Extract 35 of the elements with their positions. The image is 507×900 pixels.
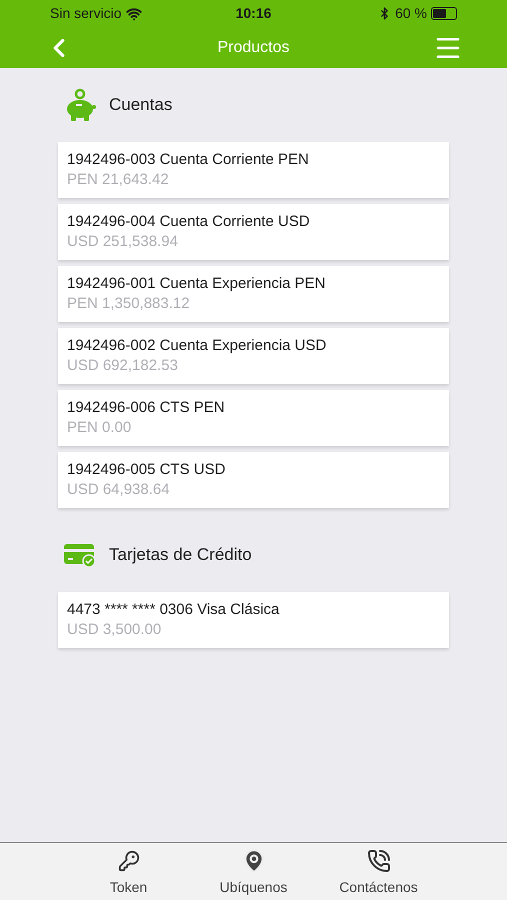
credit-card-icon xyxy=(63,542,97,568)
tab-bar-item[interactable]: Contáctenos xyxy=(326,847,431,900)
account-name: 1942496-002 Cuenta Experiencia USD xyxy=(67,336,328,356)
account-balance: PEN 21,643.42 xyxy=(67,170,170,190)
account-card[interactable]: 1942496-003 Cuenta Corriente PEN PEN 21,643.42 xyxy=(58,142,449,198)
battery-text: 60 % xyxy=(395,4,428,23)
account-card[interactable]: 1942496-001 Cuenta Experiencia PEN PEN 1,350,883.12 xyxy=(58,266,449,322)
account-name: 1942496-006 CTS PEN xyxy=(67,398,226,418)
wifi-icon xyxy=(126,6,142,22)
tab-bar-item[interactable]: Token xyxy=(76,847,181,900)
account-name: 4473 **** **** 0306 Visa Clásica xyxy=(67,600,280,620)
carrier-text: Sin servicio xyxy=(50,4,122,23)
nav-title: Productos xyxy=(216,38,291,58)
tab-bar-item[interactable]: Ubíquenos xyxy=(201,847,306,900)
phone-icon xyxy=(366,849,390,873)
account-name: 1942496-001 Cuenta Experiencia PEN xyxy=(67,274,327,294)
account-balance: USD 3,500.00 xyxy=(67,620,162,640)
account-balance: PEN 0.00 xyxy=(67,418,132,438)
account-balance: USD 692,182.53 xyxy=(67,356,179,376)
section-title: Tarjetas de Crédito xyxy=(109,544,252,566)
account-card[interactable]: 1942496-004 Cuenta Corriente USD USD 251,538.94 xyxy=(58,204,449,260)
account-balance: USD 251,538.94 xyxy=(67,232,179,252)
account-card[interactable]: 4473 **** **** 0306 Visa Clásica USD 3,500.00 xyxy=(58,592,449,648)
account-card[interactable]: 1942496-005 CTS USD USD 64,938.64 xyxy=(58,452,449,508)
account-name: 1942496-004 Cuenta Corriente USD xyxy=(67,212,311,232)
account-card[interactable]: 1942496-002 Cuenta Experiencia USD USD 692,182.53 xyxy=(58,328,449,384)
clock-text: 10:16 xyxy=(234,4,272,23)
section-title: Cuentas xyxy=(109,94,172,116)
account-balance: USD 64,938.64 xyxy=(67,480,171,500)
account-name: 1942496-003 Cuenta Corriente PEN xyxy=(67,150,310,170)
account-balance: PEN 1,350,883.12 xyxy=(67,294,191,314)
account-name: 1942496-005 CTS USD xyxy=(67,460,226,480)
battery-icon xyxy=(431,7,458,20)
key-icon xyxy=(118,850,140,872)
account-card[interactable]: 1942496-006 CTS PEN PEN 0.00 xyxy=(58,390,449,446)
